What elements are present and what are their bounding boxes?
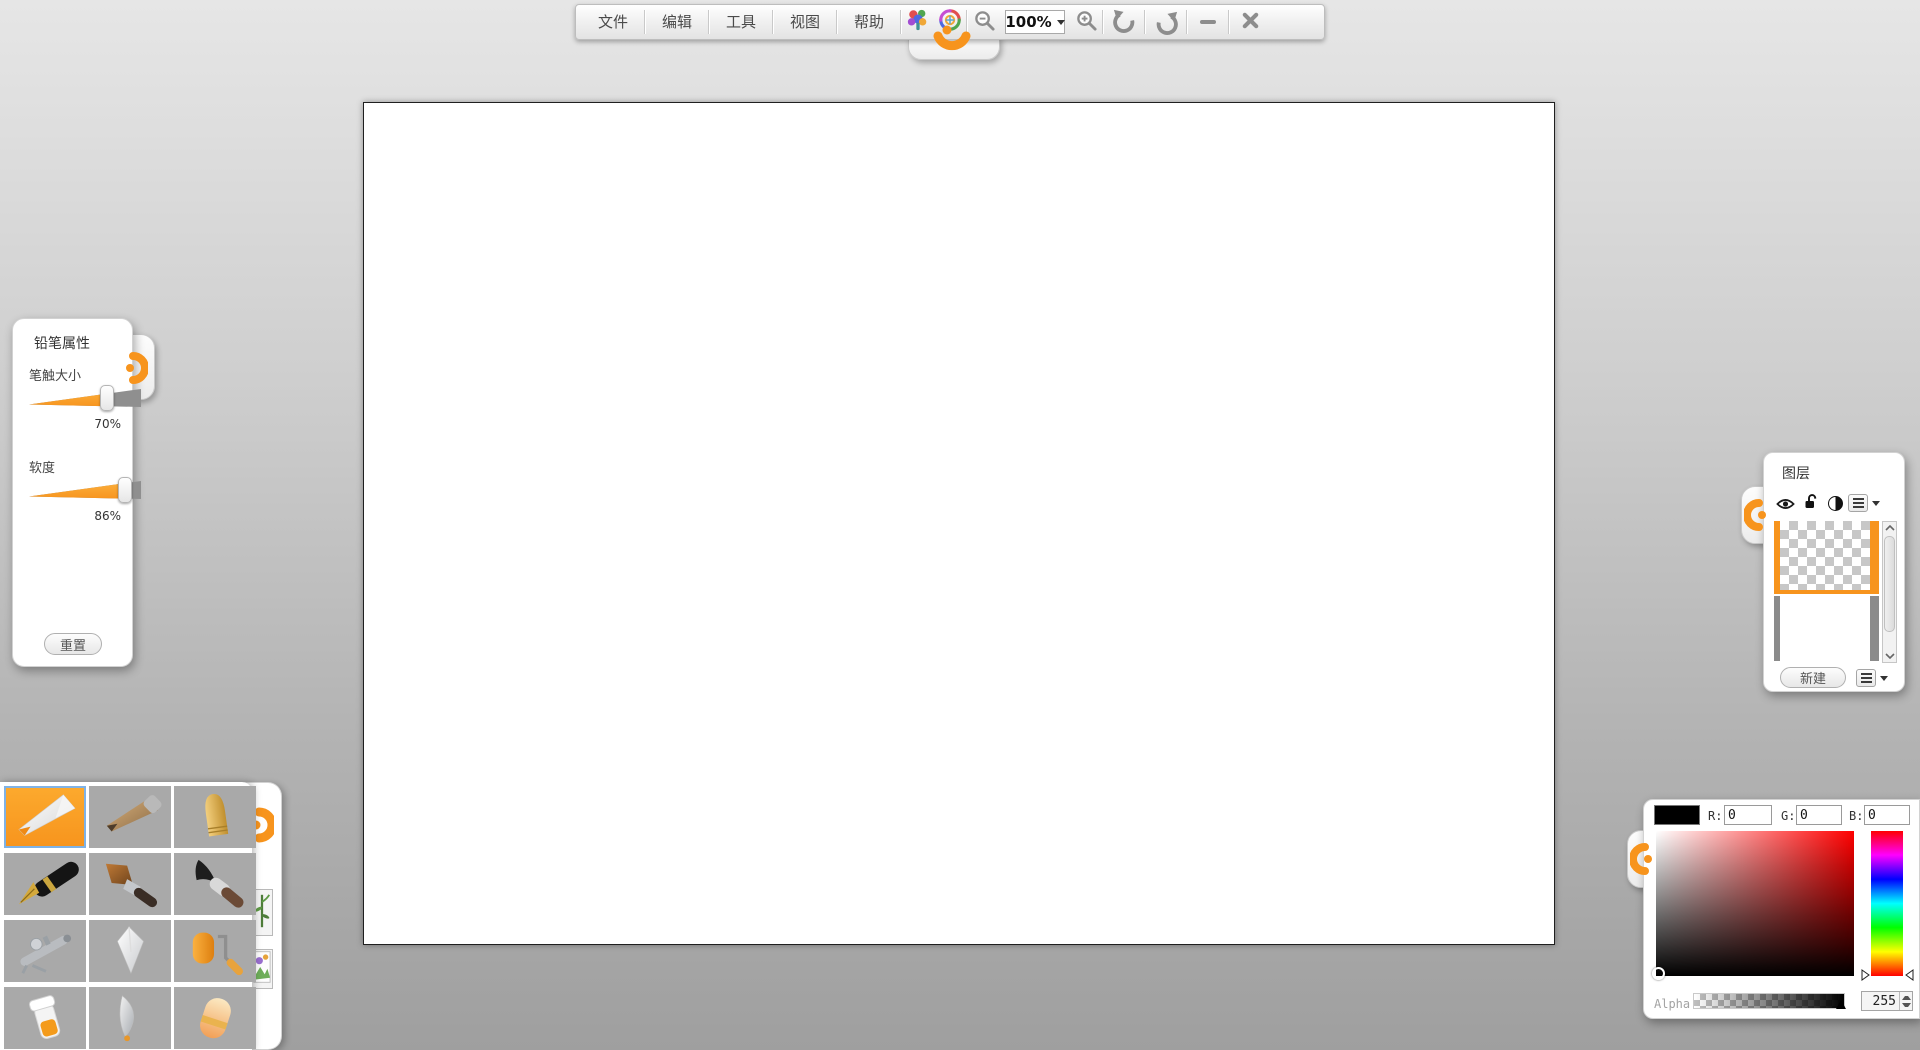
brush-size-label: 笔触大小 (29, 365, 81, 384)
pencil-properties-panel: 铅笔属性 笔触大小 70% 软度 86% 重置 (12, 318, 133, 667)
brush-size-slider-handle[interactable] (100, 385, 114, 411)
new-layer-button[interactable]: 新建 (1780, 667, 1846, 688)
layers-panel: 图层 (1763, 452, 1905, 692)
zoom-level-dropdown[interactable]: 100% (1005, 10, 1065, 34)
layer-list (1774, 521, 1879, 663)
alpha-slider[interactable] (1693, 993, 1845, 1009)
menu-edit[interactable]: 编辑 (646, 5, 708, 39)
menu-help[interactable]: 帮助 (838, 5, 900, 39)
brush-size-value: 70% (29, 417, 121, 431)
drawing-canvas[interactable] (363, 102, 1555, 945)
layer-thumbnail-white (1780, 596, 1870, 659)
softness-slider[interactable] (29, 477, 141, 503)
zoom-out-icon (973, 9, 996, 36)
brush-palette-panel (0, 782, 252, 1050)
brush-grid (4, 786, 256, 1049)
layer-row[interactable] (1774, 594, 1879, 661)
layer-list-scrollbar[interactable] (1882, 521, 1897, 663)
redo-button[interactable] (1146, 5, 1186, 39)
brush-wood-pencil[interactable] (89, 786, 171, 848)
rainbow-face-icon (906, 8, 930, 36)
saturation-value-square[interactable] (1656, 831, 1854, 976)
close-icon (1241, 11, 1260, 34)
layer-options-menu-icon (1853, 498, 1864, 500)
layer-row-active[interactable] (1774, 521, 1879, 594)
brush-fountain-pen[interactable] (4, 853, 86, 915)
pencil-panel-drag-grip-icon[interactable] (124, 349, 148, 391)
scroll-up-icon[interactable] (1883, 525, 1896, 531)
hue-marker-right-icon[interactable] (1861, 966, 1870, 985)
menu-file[interactable]: 文件 (582, 5, 644, 39)
layer-options-menu-button[interactable] (1848, 494, 1868, 512)
scroll-down-icon[interactable] (1883, 653, 1896, 659)
zoom-in-button[interactable] (1070, 5, 1102, 39)
visibility-eye-icon (1776, 495, 1795, 514)
layer-lock-button[interactable] (1802, 493, 1820, 513)
menu-tools[interactable]: 工具 (710, 5, 772, 39)
brush-size-slider-track (29, 389, 141, 407)
redo-icon (1154, 10, 1179, 35)
undo-button[interactable] (1104, 5, 1144, 39)
green-label: G: (1781, 809, 1795, 823)
chevron-down-icon[interactable] (1880, 676, 1888, 681)
blue-label: B: (1849, 809, 1863, 823)
brush-paint-roller[interactable] (174, 920, 256, 982)
alpha-spinner[interactable]: 255 (1861, 991, 1913, 1011)
brush-eraser[interactable] (174, 987, 256, 1049)
hue-bar[interactable] (1871, 831, 1903, 976)
contrast-half-circle-icon (1828, 496, 1843, 511)
red-label: R: (1708, 809, 1722, 823)
blue-field[interactable] (1864, 805, 1910, 825)
spinner-down-icon[interactable] (1902, 1003, 1911, 1011)
color-cursor-icon[interactable] (1652, 967, 1665, 980)
layer-blend-button[interactable] (1826, 494, 1844, 512)
softness-label: 软度 (29, 457, 55, 476)
menu-view[interactable]: 视图 (774, 5, 836, 39)
brush-paint-tube[interactable] (4, 987, 86, 1049)
brush-crayon[interactable] (174, 786, 256, 848)
color-panel-drag-grip-icon[interactable] (1630, 840, 1654, 882)
alpha-marker-icon[interactable] (1836, 1000, 1846, 1009)
pencil-panel-title: 铅笔属性 (34, 333, 90, 353)
minimize-button[interactable] (1188, 5, 1228, 39)
layer-list-menu-button[interactable] (1856, 669, 1876, 687)
layers-panel-title: 图层 (1782, 463, 1810, 483)
brush-palette-knife[interactable] (89, 920, 171, 982)
layer-visibility-button[interactable] (1774, 495, 1796, 513)
hue-marker-left-icon[interactable] (1905, 966, 1914, 985)
minimize-icon (1200, 20, 1216, 24)
spinner-up-icon[interactable] (1902, 992, 1911, 1000)
softness-slider-handle[interactable] (118, 477, 132, 503)
alpha-value: 255 (1862, 994, 1899, 1009)
color-picker-panel: R: G: B: Alpha 255 (1643, 799, 1920, 1019)
unlock-icon (1803, 493, 1820, 514)
brush-airbrush[interactable] (4, 920, 86, 982)
undo-icon (1112, 8, 1137, 37)
toolbar-drag-grip-icon[interactable] (930, 24, 974, 60)
brush-flat-brush[interactable] (89, 853, 171, 915)
softness-value: 86% (29, 509, 121, 523)
zoom-level-value: 100% (1005, 13, 1051, 31)
brush-ink-brush[interactable] (174, 853, 256, 915)
layer-thumbnail-transparent (1780, 521, 1870, 590)
current-color-swatch (1654, 805, 1700, 825)
layers-panel-drag-grip-icon[interactable] (1744, 496, 1768, 538)
brush-spear-blade[interactable] (89, 987, 171, 1049)
brush-pencil[interactable] (4, 786, 86, 848)
red-field[interactable] (1724, 805, 1772, 825)
close-button[interactable] (1230, 5, 1270, 39)
chevron-down-icon[interactable] (1872, 501, 1880, 506)
zoom-in-icon (1075, 9, 1098, 36)
chevron-down-icon (1057, 20, 1065, 25)
alpha-label: Alpha (1654, 997, 1690, 1011)
green-field[interactable] (1796, 805, 1842, 825)
layer-list-menu-icon (1861, 673, 1872, 675)
scrollbar-thumb[interactable] (1884, 536, 1895, 632)
reset-button[interactable]: 重置 (44, 633, 102, 655)
